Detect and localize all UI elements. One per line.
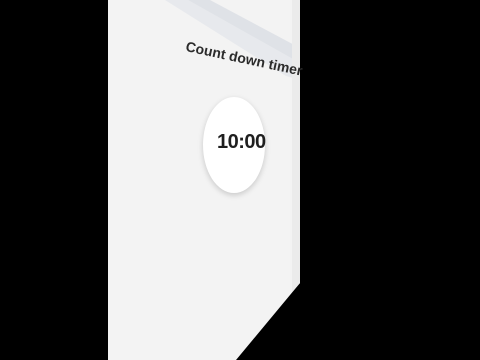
screen-edge <box>292 0 300 292</box>
app-stage: Count down timer 10:00 <box>0 0 480 360</box>
timer-display: 10:00 <box>217 131 266 153</box>
